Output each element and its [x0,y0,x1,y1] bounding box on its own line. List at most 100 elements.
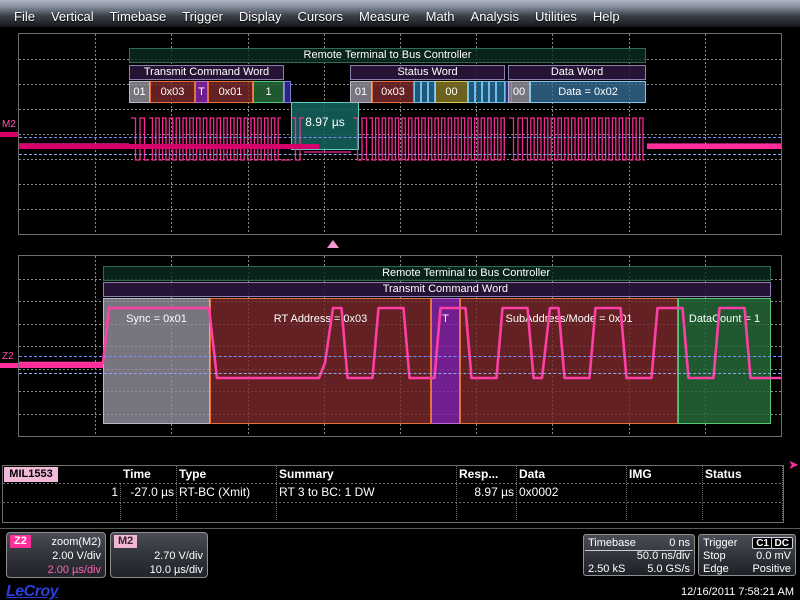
lower-trace-marker-z2[interactable]: Z2 [2,352,14,362]
table-cell-empty [627,503,703,520]
upper-seg-0-4[interactable]: 1 [253,81,284,103]
upper-cursor-top[interactable] [19,137,781,138]
upper-seg-0-3[interactable]: 0x01 [208,81,253,103]
table-header-status[interactable]: Status [703,466,783,483]
upper-seg-1-4b[interactable] [475,81,482,103]
menu-item-help[interactable]: Help [585,9,628,25]
upper-seg-1-4a[interactable] [468,81,475,103]
upper-cursor-bottom[interactable] [19,154,781,155]
response-time-block[interactable]: 8.97 µs [291,102,359,150]
upper-waveform-trace [19,34,781,234]
lower-seg-1[interactable]: RT Address = 0x03 [210,298,431,424]
descriptor-z2-volts: 2.00 V/div [52,549,101,563]
upper-word-title-1: Status Word [351,66,504,79]
upper-word-end-0 [284,81,291,103]
lower-message-label: Remote Terminal to Bus Controller [104,267,770,280]
menu-item-display[interactable]: Display [231,9,290,25]
table-header-img[interactable]: IMG [627,466,703,483]
upper-seg-1-2c[interactable] [428,81,435,103]
trigger-slope: Positive [752,562,791,576]
trigger-state: Stop [703,549,726,563]
upper-seg-1-2b[interactable] [421,81,428,103]
table-cell-time: -27.0 µs [121,484,177,501]
menu-item-file[interactable]: File [6,9,43,25]
menu-bar: FileVerticalTimebaseTriggerDisplayCursor… [0,0,800,27]
response-time-value: 8.97 µs [292,115,358,129]
lower-cursor-bottom[interactable] [19,373,781,374]
lower-seg-3[interactable]: SubAddress/Mode = 0x01 [460,298,678,424]
table-scroll-arrow[interactable]: ➤ [788,458,799,471]
lower-seg-2[interactable]: T [431,298,460,424]
timestamp: 12/16/2011 7:58:21 AM [681,586,794,598]
gridline-vertical [552,34,553,234]
upper-seg-0-2[interactable]: T [195,81,208,103]
timebase-panel[interactable]: Timebase 0 ns 50.0 ns/div 2.50 kS 5.0 GS… [583,534,695,576]
table-cell-index: 1 [59,484,121,501]
table-header-type[interactable]: Type [177,466,277,483]
upper-word-band-2[interactable]: Data Word [508,65,646,80]
upper-message-label: Remote Terminal to Bus Controller [130,49,645,62]
menu-item-analysis[interactable]: Analysis [463,9,527,25]
table-header-time[interactable]: Time [121,466,177,483]
table-header-data[interactable]: Data [517,466,627,483]
upper-seg-1-3[interactable]: 00 [435,81,468,103]
upper-message-band[interactable]: Remote Terminal to Bus Controller [129,48,646,63]
upper-word-title-2: Data Word [509,66,645,79]
trigger-source-badge[interactable]: C1 [752,537,773,549]
menu-item-timebase[interactable]: Timebase [102,9,175,25]
menu-item-cursors[interactable]: Cursors [290,9,352,25]
upper-trace-marker-m2[interactable]: M2 [2,120,16,130]
table-cell-type: RT-BC (Xmit) [177,484,277,501]
table-header-summary[interactable]: Summary [277,466,457,483]
gridline-horizontal [19,109,781,110]
timebase-memory: 2.50 kS [588,562,625,576]
decode-table[interactable]: MIL1553 TimeTypeSummaryResp...DataIMGSta… [2,465,784,523]
descriptor-m2[interactable]: M2 2.70 V/div 10.0 µs/div [110,532,208,578]
upper-seg-0-0[interactable]: 01 [129,81,150,103]
lower-waveform-grid[interactable]: Remote Terminal to Bus Controller Transm… [18,255,782,437]
table-cell-empty [59,503,121,520]
descriptor-m2-tag: M2 [114,535,137,548]
trigger-position-marker[interactable] [327,240,339,248]
lower-word-band[interactable]: Transmit Command Word [103,282,771,297]
lower-cursor-top[interactable] [19,356,781,357]
upper-word-title-0: Transmit Command Word [130,66,283,79]
trigger-coupling-badge[interactable]: DC [771,537,793,549]
upper-seg-0-1[interactable]: 0x03 [150,81,195,103]
table-cell-status [703,484,783,501]
table-cell-summary: RT 3 to BC: 1 DW [277,484,457,501]
upper-word-segments-0: 01 0x03 T 0x01 1 [129,81,284,103]
timebase-scale: 50.0 ns/div [637,549,690,563]
upper-seg-2-1[interactable]: Data = 0x02 [530,81,646,103]
gridline-vertical [476,34,477,234]
upper-seg-2-0[interactable]: 00 [508,81,530,103]
table-header-resp[interactable]: Resp... [457,466,517,483]
gridline-vertical [705,34,706,234]
table-row[interactable]: 1-27.0 µsRT-BC (Xmit)RT 3 to BC: 1 DW8.9… [3,484,783,501]
upper-seg-1-0[interactable]: 01 [350,81,372,103]
upper-seg-1-4c[interactable] [482,81,489,103]
upper-word-band-0[interactable]: Transmit Command Word [129,65,284,80]
table-row-empty[interactable] [3,503,783,520]
lower-word-segments: Sync = 0x01 RT Address = 0x03 T SubAddre… [103,298,771,424]
timebase-label: Timebase [588,536,636,550]
lower-seg-4[interactable]: DataCount = 1 [678,298,771,424]
menu-item-measure[interactable]: Measure [351,9,418,25]
upper-waveform-grid[interactable]: Remote Terminal to Bus Controller Transm… [18,33,782,235]
upper-seg-1-4e[interactable] [496,81,505,103]
menu-item-trigger[interactable]: Trigger [174,9,231,25]
upper-seg-1-4d[interactable] [489,81,496,103]
bottom-divider [0,528,800,529]
trigger-panel[interactable]: Trigger C1 DC Stop 0.0 mV Edge Positive [698,534,796,576]
menu-item-math[interactable]: Math [418,9,463,25]
upper-word-band-1[interactable]: Status Word [350,65,505,80]
menu-item-vertical[interactable]: Vertical [43,9,102,25]
upper-seg-1-1[interactable]: 0x03 [372,81,414,103]
upper-seg-1-2a[interactable] [414,81,421,103]
lower-seg-0[interactable]: Sync = 0x01 [103,298,210,424]
menu-item-utilities[interactable]: Utilities [527,9,585,25]
descriptor-z2[interactable]: Z2 zoom(M2) 2.00 V/div 2.00 µs/div [6,532,106,578]
oscilloscope-screen: FileVerticalTimebaseTriggerDisplayCursor… [0,0,800,600]
lower-message-band[interactable]: Remote Terminal to Bus Controller [103,266,771,281]
gridline-horizontal [19,159,781,160]
